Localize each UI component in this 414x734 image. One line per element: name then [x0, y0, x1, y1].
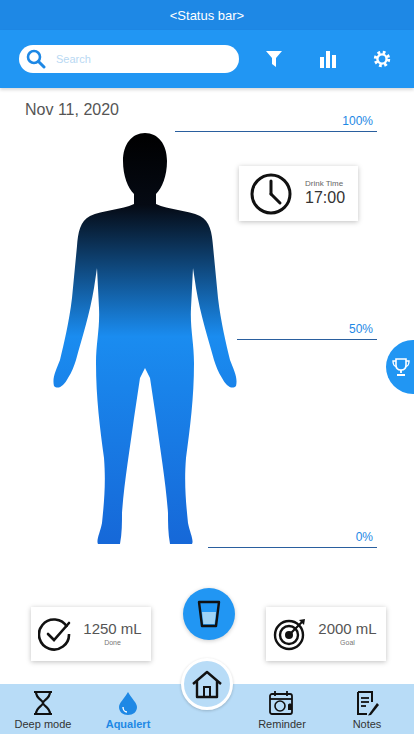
- hydration-gauge: 100%50%0%Drink Time17:00: [0, 128, 414, 552]
- notes-icon: [355, 690, 379, 716]
- search-field[interactable]: [19, 45, 239, 73]
- nav-label: Deep mode: [15, 718, 72, 730]
- top-bar: [0, 30, 414, 88]
- gauge-mark: 0%: [208, 525, 377, 548]
- home-icon: [191, 669, 223, 699]
- check-circle-icon: [38, 617, 72, 651]
- drink-time-text: Drink Time17:00: [305, 180, 345, 206]
- gauge-mark: 50%: [237, 317, 377, 340]
- search-input[interactable]: [54, 52, 229, 66]
- main-content: Nov 11, 2020100%50%0%Drink Time17:001250…: [0, 88, 414, 684]
- nav-label: Aqualert: [106, 718, 151, 730]
- glass-icon: [197, 600, 221, 628]
- hourglass-icon: [32, 690, 54, 716]
- target-icon: [273, 617, 307, 651]
- gauge-mark-label: 100%: [342, 114, 377, 131]
- drink-time-value: 17:00: [305, 189, 345, 207]
- nav-label: Notes: [353, 718, 382, 730]
- home-button[interactable]: [181, 658, 233, 710]
- trophy-icon: [391, 357, 411, 377]
- done-card[interactable]: 1250 mLDone: [31, 607, 151, 661]
- goal-value: 2000 mL: [318, 620, 376, 639]
- add-drink-button[interactable]: [183, 588, 235, 640]
- done-value: 1250 mL: [83, 620, 141, 639]
- stats-row: 1250 mLDone 2000 mLGoal: [0, 607, 414, 661]
- water-drop-icon: [117, 690, 139, 716]
- bottom-nav: Deep mode Aqualert Reminder Notes: [0, 684, 414, 734]
- nav-item[interactable]: Notes: [320, 690, 414, 734]
- body-fill-icon: [52, 128, 238, 545]
- goal-card[interactable]: 2000 mLGoal: [266, 607, 386, 661]
- filter-icon[interactable]: [265, 50, 283, 68]
- calendar-alarm-icon: [268, 690, 296, 716]
- drink-time-label: Drink Time: [305, 180, 345, 189]
- gauge-mark-label: 50%: [349, 322, 377, 339]
- gauge-mark: 100%: [175, 109, 377, 132]
- achievements-tab[interactable]: [386, 340, 414, 394]
- goal-text: 2000 mLGoal: [313, 620, 382, 648]
- goal-label: Goal: [340, 639, 355, 648]
- nav-item[interactable]: Aqualert: [86, 690, 170, 734]
- magnifier-icon: [26, 49, 46, 69]
- header-actions: [265, 50, 391, 68]
- gear-icon[interactable]: [373, 50, 391, 68]
- home-slot: [170, 684, 244, 710]
- drink-time-card[interactable]: Drink Time17:00: [239, 166, 358, 221]
- nav-item[interactable]: Reminder: [244, 690, 320, 734]
- bar-chart-icon[interactable]: [319, 50, 337, 68]
- app-screen: <Status bar>Nov 11, 2020100%50%0%Drink T…: [0, 0, 414, 734]
- clock-icon: [249, 172, 293, 216]
- nav-label: Reminder: [258, 718, 306, 730]
- done-label: Done: [104, 639, 121, 648]
- nav-item[interactable]: Deep mode: [0, 690, 86, 734]
- gauge-mark-label: 0%: [356, 530, 377, 547]
- status-bar: <Status bar>: [0, 0, 414, 30]
- done-text: 1250 mLDone: [78, 620, 147, 648]
